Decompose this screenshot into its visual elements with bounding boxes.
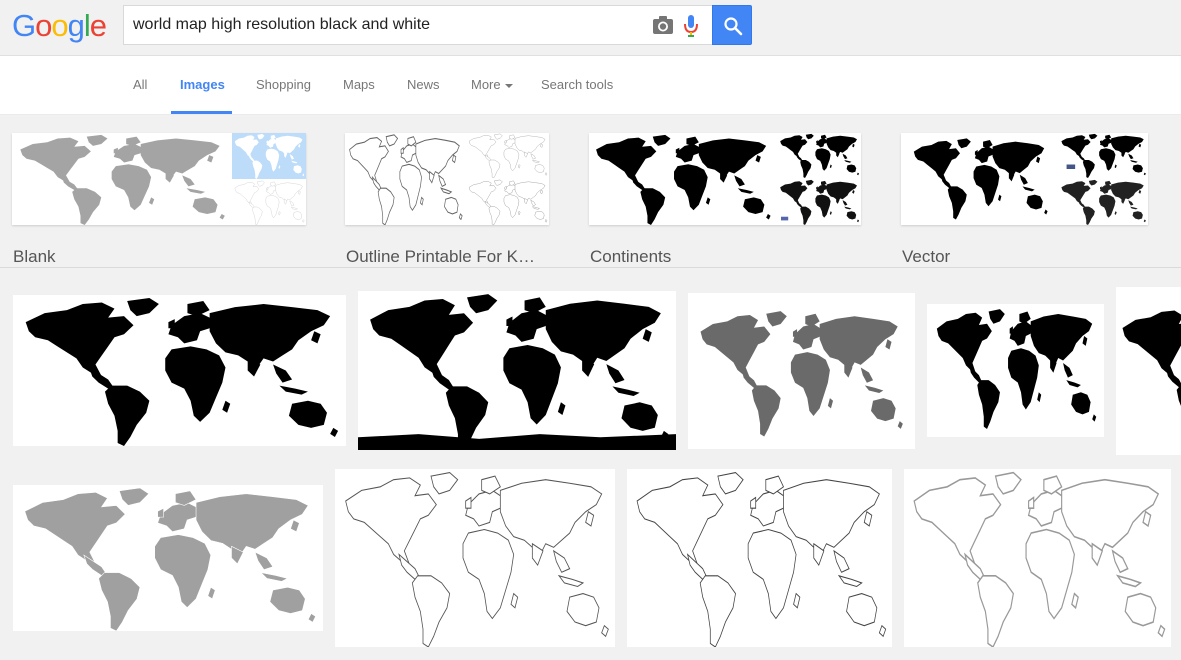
logo-letter: G (12, 8, 36, 43)
map-thumbnail (777, 133, 861, 178)
tab-images[interactable]: Images (180, 77, 225, 92)
related-thumbnails (345, 133, 549, 225)
map-thumbnail (232, 180, 306, 225)
logo-letter: o (35, 8, 52, 43)
related-label: Continents (590, 247, 672, 266)
active-tab-indicator (171, 111, 232, 114)
logo-letter: o (51, 8, 68, 43)
related-searches: Blank Outline Printable For K… Continent… (0, 116, 1181, 268)
map-image (335, 469, 615, 647)
map-thumbnail (466, 179, 549, 225)
map-image (13, 295, 346, 446)
map-thumbnail (232, 133, 306, 179)
result-image[interactable] (13, 295, 346, 446)
related-thumbnails (589, 133, 861, 225)
microphone-icon[interactable] (683, 14, 699, 38)
caret-down-icon (504, 83, 513, 88)
map-image (927, 304, 1104, 437)
map-thumbnail (1058, 179, 1148, 225)
map-thumbnail (12, 133, 230, 225)
google-logo[interactable]: Google (12, 8, 107, 44)
map-image (13, 485, 323, 631)
related-thumbnails (12, 133, 306, 225)
result-image[interactable] (927, 304, 1104, 437)
map-thumbnail (345, 133, 465, 225)
header: Google (0, 0, 1181, 56)
map-image (1116, 287, 1181, 455)
tab-all[interactable]: All (133, 77, 147, 92)
tab-more[interactable]: More (471, 77, 513, 92)
camera-icon[interactable] (652, 15, 674, 35)
map-thumbnail (901, 133, 1056, 225)
related-label: Vector (902, 247, 951, 266)
map-image (358, 291, 676, 450)
search-icon (724, 17, 743, 36)
result-image[interactable] (358, 291, 676, 450)
result-image[interactable] (688, 293, 915, 449)
logo-letter: g (67, 8, 85, 43)
search-box (123, 5, 713, 45)
map-thumbnail (589, 133, 775, 225)
tab-shopping[interactable]: Shopping (256, 77, 311, 92)
related-label: Blank (13, 247, 56, 266)
search-input[interactable] (133, 14, 643, 36)
search-tabs: All Images Shopping Maps News More Searc… (0, 56, 1181, 115)
related-label: Outline Printable For K… (346, 247, 535, 266)
search-button[interactable] (712, 5, 752, 45)
map-thumbnail (777, 179, 861, 225)
map-thumbnail (1058, 133, 1148, 178)
tab-more-label: More (471, 77, 501, 92)
map-thumbnail (466, 133, 549, 178)
result-image[interactable] (627, 469, 892, 647)
result-image[interactable] (1116, 287, 1181, 455)
tab-search-tools[interactable]: Search tools (541, 77, 613, 92)
map-image (627, 469, 892, 647)
logo-letter: e (89, 8, 107, 43)
tab-maps[interactable]: Maps (343, 77, 375, 92)
result-image[interactable] (13, 485, 323, 631)
result-image[interactable] (335, 469, 615, 647)
related-thumbnails (901, 133, 1148, 225)
tab-news[interactable]: News (407, 77, 440, 92)
result-image[interactable] (904, 469, 1171, 647)
map-image (904, 469, 1171, 647)
map-image (688, 293, 915, 449)
